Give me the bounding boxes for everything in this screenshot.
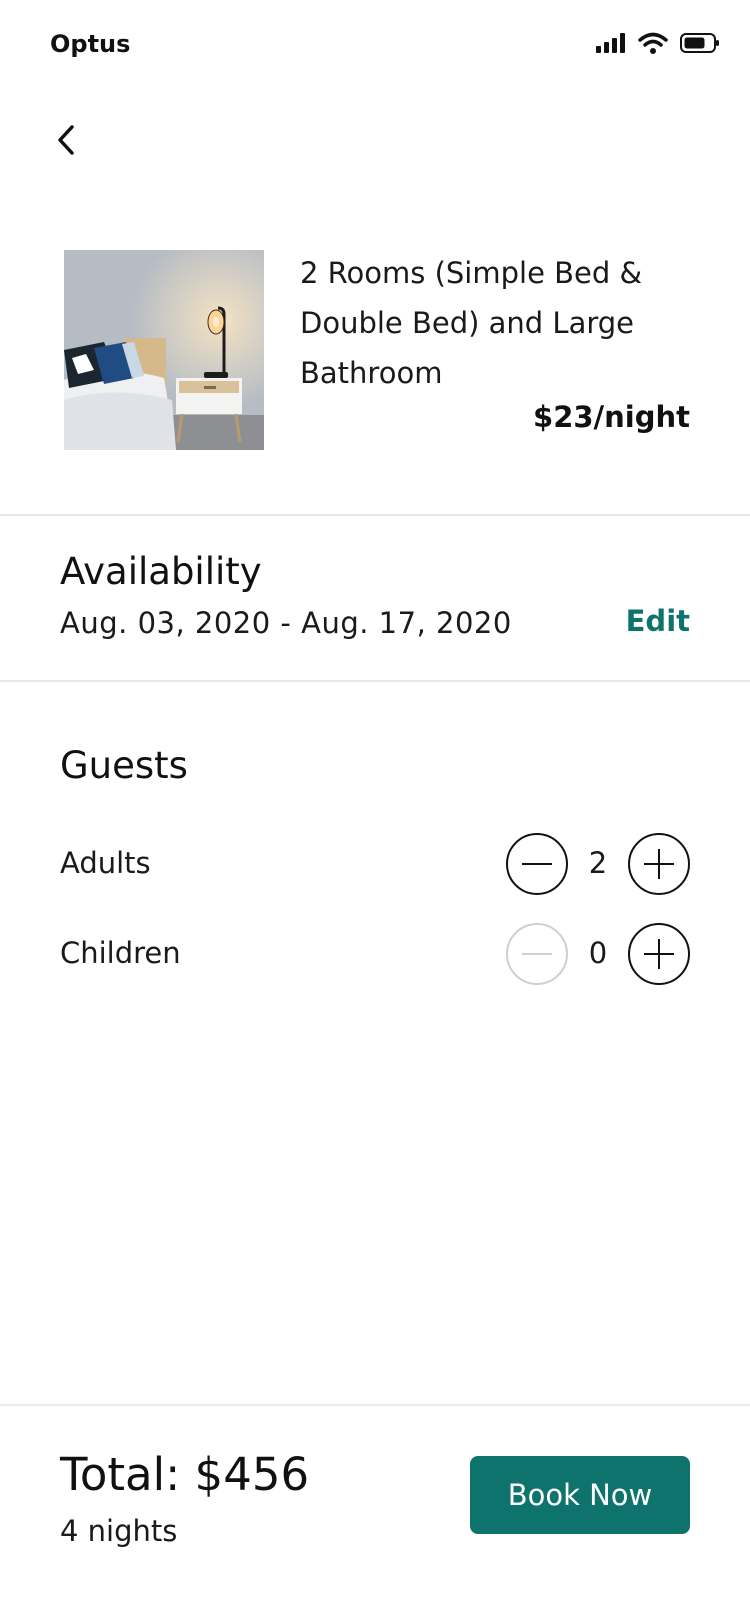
room-summary: 2 Rooms (Simple Bed & Double Bed) and La… — [0, 248, 750, 453]
guest-label-children: Children — [60, 936, 181, 970]
room-price: $23/night — [533, 400, 690, 434]
booking-footer: Total: $456 4 nights Book Now — [0, 1404, 750, 1624]
battery-icon — [680, 33, 719, 53]
adults-count: 2 — [588, 846, 608, 880]
edit-availability-link[interactable]: Edit — [626, 604, 690, 638]
guest-row-adults: Adults 2 — [60, 832, 690, 896]
guest-label-adults: Adults — [60, 846, 151, 880]
room-title: 2 Rooms (Simple Bed & Double Bed) and La… — [300, 256, 643, 390]
plus-icon — [644, 849, 674, 879]
book-now-button[interactable]: Book Now — [470, 1456, 690, 1534]
back-button[interactable] — [46, 115, 86, 165]
adults-stepper: 2 — [506, 832, 690, 896]
plus-icon — [644, 939, 674, 969]
children-decrement-button[interactable] — [506, 923, 568, 985]
minus-icon — [522, 863, 552, 865]
availability-dates: Aug. 03, 2020 - Aug. 17, 2020 — [60, 606, 512, 640]
children-count: 0 — [588, 936, 608, 970]
wifi-icon — [638, 32, 668, 54]
nights-count: 4 nights — [60, 1514, 178, 1548]
availability-title: Availability — [60, 550, 262, 593]
chevron-left-icon — [58, 125, 74, 155]
children-stepper: 0 — [506, 922, 690, 986]
signal-icon — [596, 33, 625, 53]
status-icons — [596, 32, 720, 54]
guests-title: Guests — [60, 744, 188, 787]
minus-icon — [522, 953, 552, 955]
room-photo — [64, 250, 264, 450]
children-increment-button[interactable] — [628, 923, 690, 985]
adults-decrement-button[interactable] — [506, 833, 568, 895]
guest-row-children: Children 0 — [60, 922, 690, 986]
adults-increment-button[interactable] — [628, 833, 690, 895]
carrier-name: Optus — [50, 30, 131, 58]
total-price: Total: $456 — [60, 1448, 310, 1501]
divider — [0, 680, 750, 682]
status-bar: Optus — [0, 0, 750, 90]
divider — [0, 514, 750, 516]
